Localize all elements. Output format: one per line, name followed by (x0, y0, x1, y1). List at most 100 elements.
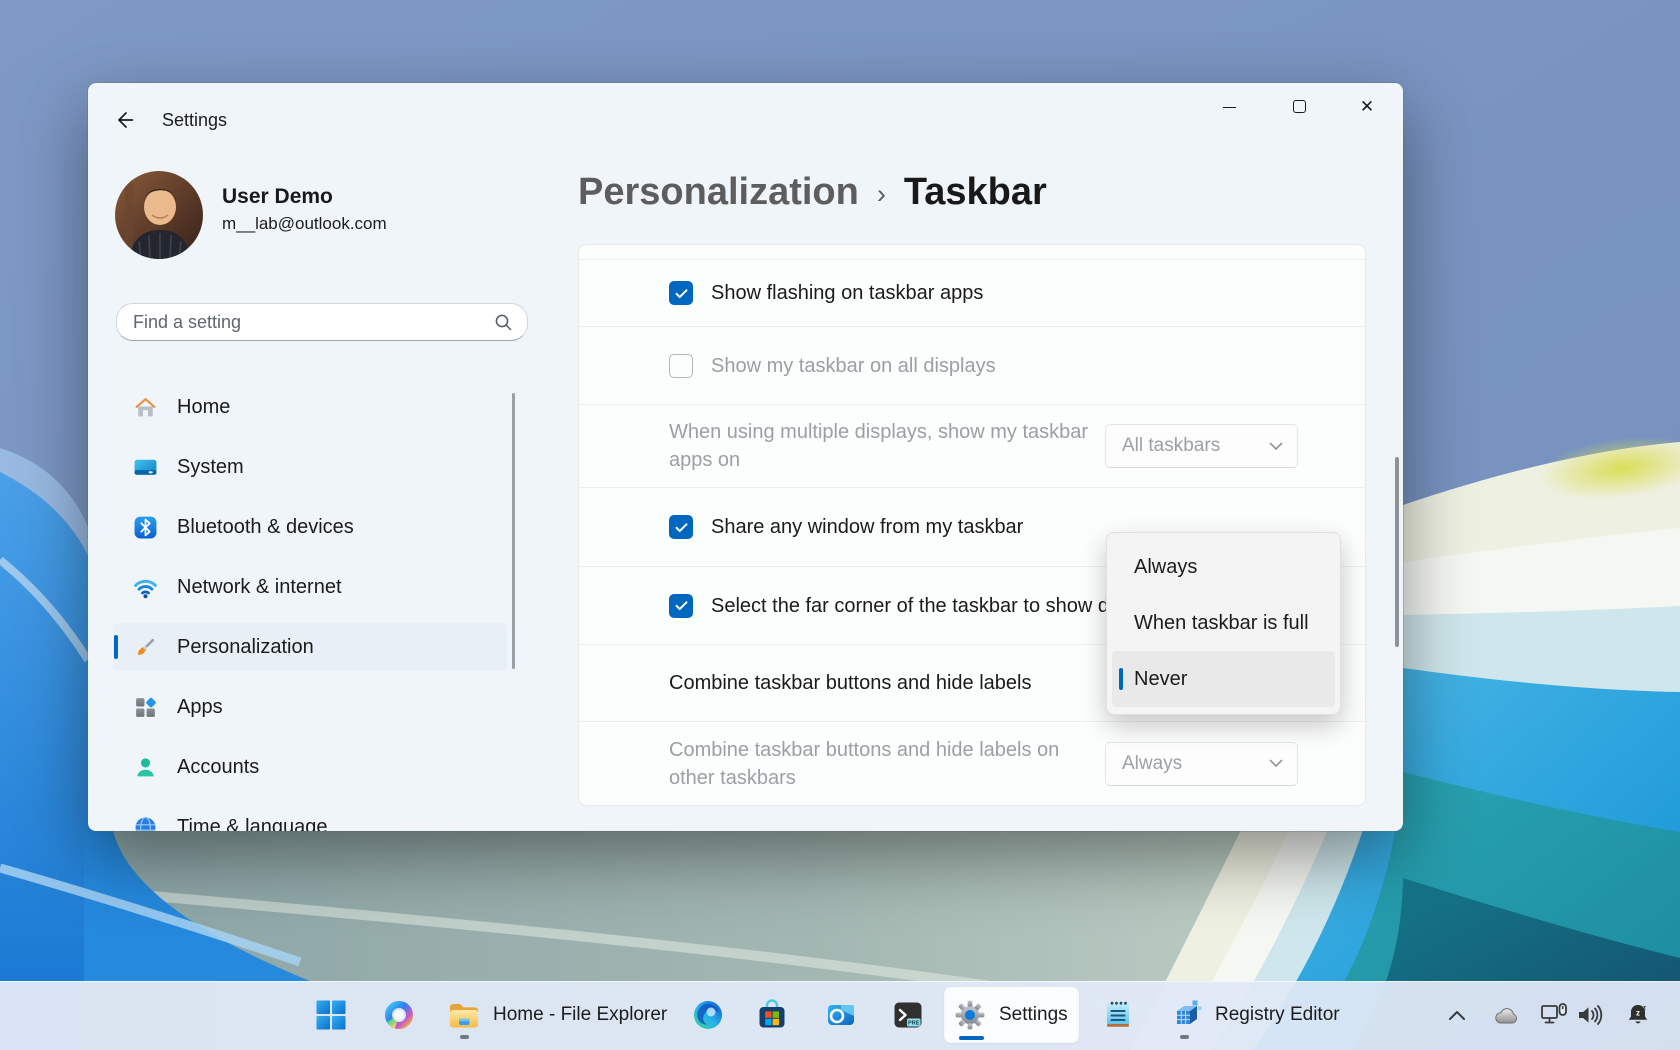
wifi-icon (133, 575, 158, 600)
microsoft-store-icon (755, 998, 789, 1032)
running-indicator (460, 1035, 469, 1039)
sidebar-item-accounts[interactable]: Accounts (113, 743, 507, 791)
search-icon (494, 313, 513, 332)
select-multiple-displays[interactable]: All taskbars (1105, 424, 1298, 468)
setting-label: Combine taskbar buttons and hide labels (669, 669, 1031, 697)
sidebar-scrollbar[interactable] (512, 393, 515, 669)
terminal-pre-badge: PRE (908, 1021, 920, 1027)
running-indicator (1180, 1035, 1189, 1039)
taskbar-app-label: Home - File Explorer (493, 1004, 667, 1026)
notepad-icon (1101, 998, 1135, 1032)
bluetooth-icon (133, 515, 158, 540)
setting-label: Show flashing on taskbar apps (711, 279, 983, 307)
system-icon (133, 455, 158, 480)
checkbox-show-flashing[interactable] (669, 281, 693, 305)
sidebar-item-personalization[interactable]: Personalization (113, 623, 507, 671)
sidebar-item-label: System (177, 456, 244, 479)
monitor-mouse-icon (1540, 1002, 1568, 1028)
minimize-button[interactable] (1206, 83, 1252, 129)
breadcrumb: Personalization › Taskbar (578, 171, 1047, 214)
copilot-button[interactable] (379, 988, 419, 1042)
content-scrollbar[interactable] (1395, 457, 1399, 647)
minimize-icon (1223, 107, 1236, 108)
file-explorer-icon (447, 998, 481, 1032)
dropdown-option-label: Never (1134, 668, 1187, 691)
sidebar-item-label: Bluetooth & devices (177, 516, 354, 539)
windows-start-icon (314, 998, 348, 1032)
registry-editor-icon (1169, 998, 1203, 1032)
outlook-button[interactable] (821, 988, 861, 1042)
user-email: m__lab@outlook.com (222, 214, 387, 234)
taskbar-behaviors-card: Show flashing on taskbar apps Show my ta… (578, 244, 1366, 806)
sidebar-item-label: Network & internet (177, 576, 342, 599)
dropdown-option-when-full[interactable]: When taskbar is full (1107, 595, 1340, 651)
terminal-icon: PRE (891, 998, 925, 1032)
chevron-up-icon (1447, 1008, 1467, 1022)
setting-label: When using multiple displays, show my ta… (669, 418, 1089, 474)
sidebar-item-time-language[interactable]: Time & language (113, 803, 507, 831)
sidebar-item-label: Accounts (177, 756, 259, 779)
setting-row-all-displays: Show my taskbar on all displays (579, 326, 1365, 404)
tray-expand-button[interactable] (1441, 999, 1473, 1031)
taskbar-app-label: Settings (999, 1004, 1068, 1026)
bell-z-icon: z z (1625, 1002, 1651, 1028)
active-indicator (959, 1036, 984, 1040)
sidebar-item-label: Time & language (177, 816, 327, 832)
sidebar-item-home[interactable]: Home (113, 383, 507, 431)
setting-row-multiple-displays: When using multiple displays, show my ta… (579, 404, 1365, 487)
select-value: All taskbars (1122, 435, 1269, 457)
dropdown-option-always[interactable]: Always (1107, 539, 1340, 595)
taskbar-file-explorer-button[interactable]: Home - File Explorer (440, 988, 672, 1042)
search-input[interactable] (133, 312, 494, 333)
sidebar-item-label: Home (177, 396, 230, 419)
accounts-person-icon (133, 755, 158, 780)
setting-label: Show my taskbar on all displays (711, 352, 996, 380)
settings-gear-icon (953, 998, 987, 1032)
close-icon: ✕ (1360, 98, 1374, 115)
taskbar: Home - File Explorer (0, 981, 1680, 1050)
maximize-button[interactable] (1276, 83, 1322, 129)
taskbar-settings-button[interactable]: Settings (945, 988, 1078, 1042)
breadcrumb-separator-icon: › (877, 179, 886, 210)
back-button[interactable] (106, 101, 144, 139)
dropdown-option-label: Always (1134, 556, 1197, 579)
dropdown-option-never[interactable]: Never (1112, 651, 1335, 707)
display-input-tray-button[interactable] (1538, 999, 1570, 1031)
microsoft-store-button[interactable] (752, 988, 792, 1042)
edge-button[interactable] (688, 988, 728, 1042)
search-box (116, 303, 528, 341)
sidebar-item-system[interactable]: System (113, 443, 507, 491)
avatar[interactable] (115, 171, 203, 259)
setting-row-show-flashing: Show flashing on taskbar apps (579, 259, 1365, 326)
setting-label: Select the far corner of the taskbar to … (711, 592, 1108, 620)
setting-label: Combine taskbar buttons and hide labels … (669, 736, 1089, 792)
select-combine-other[interactable]: Always (1105, 742, 1298, 786)
terminal-button[interactable]: PRE (888, 988, 928, 1042)
checkbox-far-corner[interactable] (669, 594, 693, 618)
svg-text:z: z (1643, 1005, 1647, 1012)
time-language-globe-icon (133, 815, 158, 832)
back-arrow-icon (114, 109, 136, 131)
volume-tray-button[interactable] (1574, 999, 1606, 1031)
notifications-tray-button[interactable]: z z (1622, 999, 1654, 1031)
breadcrumb-parent[interactable]: Personalization (578, 171, 859, 214)
personalization-brush-icon (133, 635, 158, 660)
chevron-down-icon (1269, 759, 1283, 768)
dropdown-menu: Always When taskbar is full Never (1106, 532, 1341, 715)
user-name: User Demo (222, 185, 333, 209)
sidebar-item-bluetooth-devices[interactable]: Bluetooth & devices (113, 503, 507, 551)
checkbox-share-window[interactable] (669, 515, 693, 539)
start-button[interactable] (311, 988, 351, 1042)
sidebar-item-network-internet[interactable]: Network & internet (113, 563, 507, 611)
taskbar-registry-editor-button[interactable]: Registry Editor (1160, 988, 1342, 1042)
sidebar-item-apps[interactable]: Apps (113, 683, 507, 731)
checkbox-all-displays[interactable] (669, 354, 693, 378)
copilot-icon (382, 998, 416, 1032)
close-button[interactable]: ✕ (1344, 83, 1390, 129)
setting-row-partial (579, 245, 1365, 259)
setting-row-combine-other: Combine taskbar buttons and hide labels … (579, 721, 1365, 805)
notepad-button[interactable] (1098, 988, 1138, 1042)
page-title: Taskbar (904, 171, 1047, 214)
settings-window: Settings ✕ User Demo m__lab@outlook.com (88, 83, 1403, 831)
onedrive-tray-button[interactable] (1491, 999, 1523, 1031)
